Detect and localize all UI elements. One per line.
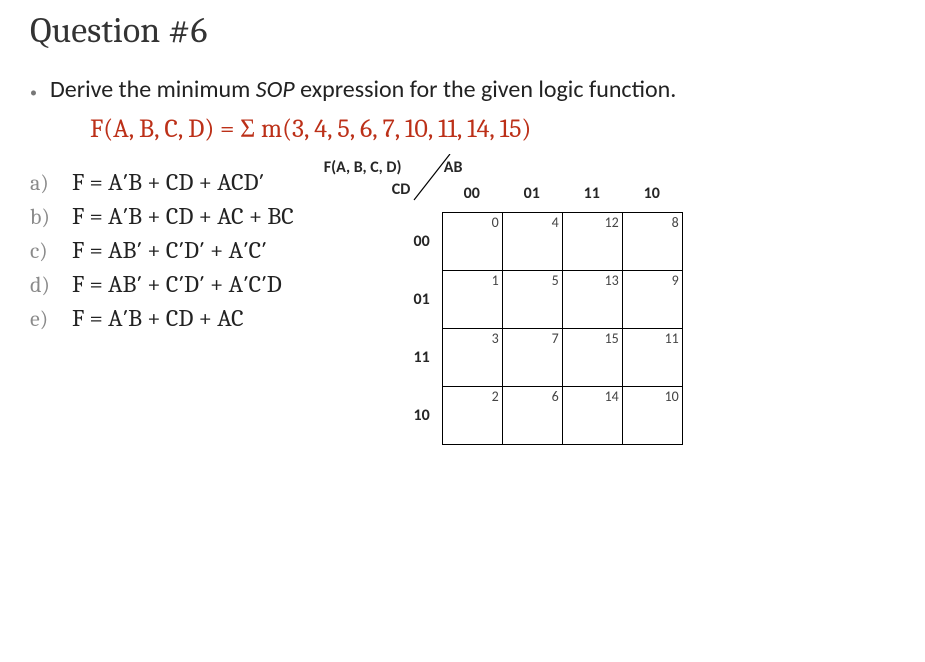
question-title: Question #6 — [30, 10, 895, 51]
kmap-function-label: F(A, B, C, D) — [324, 158, 402, 177]
kmap-cell: 2 — [442, 387, 502, 445]
kmap-col-header: 01 — [502, 184, 562, 203]
choice-letter: d) — [30, 272, 72, 298]
kmap-cell: 4 — [502, 213, 562, 271]
choice-expr: F = AB′ + C′D′ + A′C′D — [72, 270, 282, 298]
kmap-row-headers: 00 01 11 10 — [334, 212, 442, 445]
kmap-row-header: 01 — [334, 270, 442, 328]
choice-letter: c) — [30, 238, 72, 264]
choice-expr: F = A′B + CD + AC — [72, 304, 244, 332]
choice-letter: e) — [30, 306, 72, 332]
kmap-cell: 10 — [622, 387, 682, 445]
choice-letter: b) — [30, 204, 72, 230]
kmap-cell: 5 — [502, 271, 562, 329]
kmap-row-header: 00 — [334, 212, 442, 270]
answer-choices: a) F = A′B + CD + ACD′ b) F = A′B + CD +… — [30, 168, 294, 332]
choice-expr: F = A′B + CD + ACD′ — [72, 168, 264, 196]
kmap-cell: 12 — [562, 213, 622, 271]
kmap-cell: 7 — [502, 329, 562, 387]
instruction-em: SOP — [256, 75, 295, 104]
bullet-icon: • — [30, 84, 50, 101]
kmap-col-header: 11 — [562, 184, 622, 203]
kmap-row-header: 10 — [334, 386, 442, 444]
choice-c: c) F = AB′ + C′D′ + A′C′ — [30, 236, 294, 264]
choice-expr: F = AB′ + C′D′ + A′C′ — [72, 236, 267, 264]
kmap-row-var: CD — [392, 180, 411, 199]
instruction-text: Derive the minimum SOP expression for th… — [50, 75, 676, 104]
kmap-cell: 15 — [562, 329, 622, 387]
instruction-post: expression for the given logic function. — [295, 75, 677, 104]
kmap-cell: 1 — [442, 271, 502, 329]
kmap-cell: 9 — [622, 271, 682, 329]
kmap-cell: 6 — [502, 387, 562, 445]
kmap-cell: 8 — [622, 213, 682, 271]
kmap-cell: 11 — [622, 329, 682, 387]
kmap-col-header: 10 — [622, 184, 682, 203]
choice-e: e) F = A′B + CD + AC — [30, 304, 294, 332]
kmap-col-var: AB — [444, 158, 463, 177]
choice-b: b) F = A′B + CD + AC + BC — [30, 202, 294, 230]
kmap: F(A, B, C, D) AB CD 00 01 11 10 00 01 11… — [334, 152, 683, 445]
choice-letter: a) — [30, 170, 72, 196]
choice-expr: F = A′B + CD + AC + BC — [72, 202, 294, 230]
kmap-grid: 0 4 12 8 1 5 13 9 3 7 15 11 — [442, 212, 683, 445]
kmap-col-header: 00 — [442, 184, 502, 203]
instruction-row: • Derive the minimum SOP expression for … — [30, 75, 895, 104]
choice-d: d) F = AB′ + C′D′ + A′C′D — [30, 270, 294, 298]
instruction-pre: Derive the minimum — [50, 75, 256, 104]
choice-a: a) F = A′B + CD + ACD′ — [30, 168, 294, 196]
kmap-cell: 14 — [562, 387, 622, 445]
kmap-cell: 3 — [442, 329, 502, 387]
kmap-cell: 0 — [442, 213, 502, 271]
kmap-col-headers: 00 01 11 10 — [442, 184, 682, 203]
kmap-row-header: 11 — [334, 328, 442, 386]
kmap-cell: 13 — [562, 271, 622, 329]
function-equation: F(A, B, C, D) = Σ m(3, 4, 5, 6, 7, 10, 1… — [90, 114, 895, 144]
